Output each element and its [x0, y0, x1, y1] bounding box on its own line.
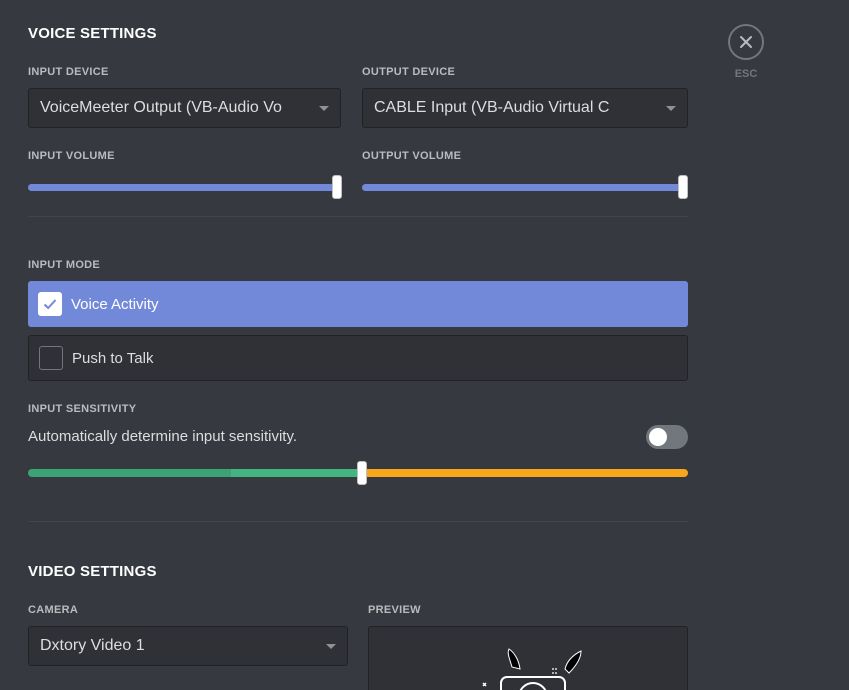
voice-video-settings-page: VOICE SETTINGS INPUT DEVICE VoiceMeeter …	[0, 0, 849, 690]
slider-grabber[interactable]	[357, 461, 367, 485]
chevron-down-icon	[326, 643, 336, 649]
output-device-label: OUTPUT DEVICE	[362, 66, 456, 78]
input-device-value: VoiceMeeter Output (VB-Audio Vo	[40, 99, 282, 116]
auto-sensitivity-label: Automatically determine input sensitivit…	[28, 428, 298, 445]
input-mode-push-to-talk[interactable]: Push to Talk	[28, 335, 688, 381]
camera-preview	[368, 626, 688, 690]
chevron-down-icon	[666, 105, 676, 111]
input-mode-option-label: Push to Talk	[72, 349, 154, 367]
output-volume-slider[interactable]	[362, 175, 688, 199]
voice-settings-title: VOICE SETTINGS	[28, 25, 157, 42]
input-mode-option-label: Voice Activity	[71, 295, 159, 313]
input-mode-label: INPUT MODE	[28, 259, 101, 271]
slider-grabber[interactable]	[332, 175, 342, 199]
close-icon	[740, 36, 752, 48]
input-volume-slider[interactable]	[28, 175, 342, 199]
input-mode-voice-activity[interactable]: Voice Activity	[28, 281, 688, 327]
slider-fill	[362, 184, 683, 191]
camera-illustration-icon	[482, 648, 582, 690]
slider-fill	[28, 184, 337, 191]
input-volume-label: INPUT VOLUME	[28, 150, 115, 162]
checkmark-icon	[43, 299, 57, 310]
close-button[interactable]	[728, 24, 764, 60]
toggle-knob	[649, 428, 667, 446]
video-settings-title: VIDEO SETTINGS	[28, 563, 157, 580]
output-device-value: CABLE Input (VB-Audio Virtual C	[374, 99, 610, 116]
input-sensitivity-slider[interactable]	[28, 461, 688, 485]
divider	[28, 521, 688, 522]
checkbox-checked	[38, 292, 62, 316]
output-volume-label: OUTPUT VOLUME	[362, 150, 462, 162]
auto-sensitivity-toggle[interactable]	[646, 425, 688, 449]
esc-label: ESC	[734, 68, 758, 80]
slider-grabber[interactable]	[678, 175, 688, 199]
input-sensitivity-label: INPUT SENSITIVITY	[28, 403, 137, 415]
camera-select[interactable]: Dxtory Video 1	[28, 626, 348, 666]
output-device-select[interactable]: CABLE Input (VB-Audio Virtual C	[362, 88, 688, 128]
input-device-select[interactable]: VoiceMeeter Output (VB-Audio Vo	[28, 88, 341, 128]
checkbox-unchecked	[39, 346, 63, 370]
chevron-down-icon	[319, 105, 329, 111]
input-device-label: INPUT DEVICE	[28, 66, 109, 78]
camera-label: CAMERA	[28, 604, 79, 616]
preview-label: PREVIEW	[368, 604, 421, 616]
divider	[28, 216, 688, 217]
camera-value: Dxtory Video 1	[40, 637, 145, 654]
